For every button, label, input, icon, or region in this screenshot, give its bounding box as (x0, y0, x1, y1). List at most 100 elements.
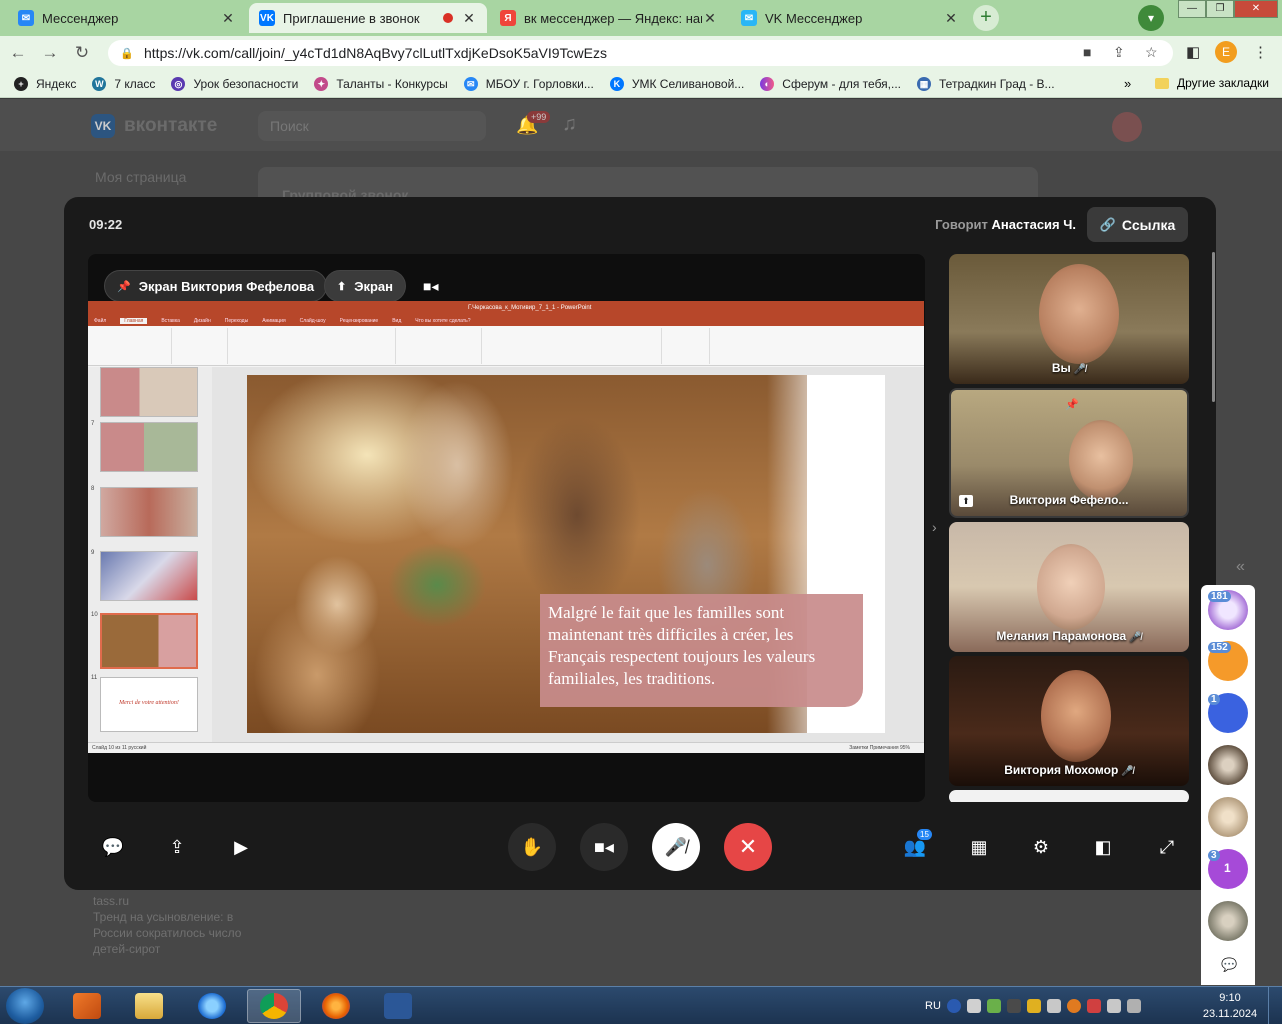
raise-hand-button[interactable]: ✋ (508, 823, 556, 871)
pin-icon: 📌 (117, 280, 131, 293)
browser-tab-call-invite[interactable]: VK Приглашение в звонок ✕ (249, 3, 487, 33)
presentation-mode-icon[interactable]: ▶ (227, 833, 255, 861)
participant-tiles: Вы 🎤̸ 📌 ⬆ Виктория Фефело... Мелания Пара… (949, 254, 1189, 802)
bookmark-talents[interactable]: ✦ Таланты - Конкурсы (314, 76, 448, 91)
participant-video (1041, 670, 1111, 762)
bookmark-yandex[interactable]: + Яндекс (14, 76, 76, 91)
reload-icon[interactable]: ↻ (68, 43, 96, 63)
chat-avatar[interactable] (1208, 797, 1248, 837)
nvidia-icon[interactable] (986, 999, 1001, 1013)
bookmark-sferum[interactable]: ◐ Сферум - для тебя,... (760, 76, 901, 91)
close-tab-icon[interactable]: ✕ (702, 10, 718, 27)
camera-icon[interactable]: ■◂ (423, 278, 438, 295)
menu-my-page[interactable]: Моя страница (95, 169, 186, 185)
media-player-button[interactable] (60, 989, 114, 1023)
tiles-scrollbar[interactable] (1212, 252, 1215, 402)
screen-share-stage[interactable]: 📌 Экран Виктория Фефелова ⬆ Экран ■◂ Г.Ч… (88, 254, 925, 802)
tray-icon[interactable] (1086, 999, 1101, 1013)
chrome-button[interactable] (247, 989, 301, 1023)
profile-avatar[interactable]: E (1215, 41, 1237, 63)
slide-thumbnail-selected[interactable] (100, 613, 198, 669)
close-tab-icon[interactable]: ✕ (461, 10, 477, 27)
tray-icon[interactable] (966, 999, 981, 1013)
fullscreen-icon[interactable]: ⤢ (1153, 833, 1181, 861)
volume-icon[interactable] (1126, 999, 1141, 1013)
tray-icon[interactable] (1006, 999, 1021, 1013)
help-icon[interactable] (946, 999, 961, 1013)
word-button[interactable] (371, 989, 425, 1023)
bookmarks-overflow-button[interactable]: » (1124, 76, 1131, 91)
media-player-icon (73, 993, 101, 1019)
internet-explorer-button[interactable] (185, 989, 239, 1023)
browser-tab-yandex-search[interactable]: Я вк мессенджер — Яндекс: нашё ✕ (490, 3, 728, 33)
slide-thumbnail[interactable] (100, 487, 198, 537)
close-window-button[interactable]: ✕ (1234, 0, 1278, 18)
participant-tile-partial[interactable] (949, 790, 1189, 802)
participant-tile-you[interactable]: Вы 🎤̸ (949, 254, 1189, 384)
close-tab-icon[interactable]: ✕ (220, 10, 236, 27)
slide-thumbnail[interactable]: Merci de votre attention! (100, 677, 198, 732)
address-bar[interactable]: 🔒 https://vk.com/call/join/_y4cTd1dN8AqB… (108, 40, 1173, 66)
participants-count-badge: 15 (917, 829, 932, 840)
share-screen-icon[interactable]: ⇪ (163, 833, 191, 861)
browser-tab-vk-messenger[interactable]: ✉ VK Мессенджер ✕ (731, 3, 969, 33)
chat-icon[interactable]: 💬 (1221, 957, 1237, 973)
vk-search-input[interactable]: Поиск (258, 111, 486, 141)
collapse-chats-icon[interactable]: « (1236, 558, 1245, 576)
picture-in-picture-icon[interactable]: ◧ (1089, 833, 1117, 861)
chat-avatar[interactable] (1208, 745, 1248, 785)
vk-news-snippet[interactable]: tass.ru Тренд на усыновление: в России с… (93, 893, 253, 957)
bookmark-school[interactable]: ✉ МБОУ г. Горловки... (463, 76, 594, 91)
network-icon[interactable] (1046, 999, 1061, 1013)
settings-gear-icon[interactable]: ⚙ (1027, 833, 1055, 861)
show-desktop-button[interactable] (1268, 987, 1282, 1024)
bookmark-star-icon[interactable]: ☆ (1145, 44, 1158, 61)
bookmark-7-class[interactable]: W7 класс (92, 76, 155, 91)
participant-tile-pinned[interactable]: 📌 ⬆ Виктория Фефело... (949, 388, 1189, 518)
slide-thumbnail[interactable] (100, 551, 198, 601)
chat-avatar[interactable] (1208, 901, 1248, 941)
back-icon[interactable]: ← (4, 43, 32, 63)
tray-icon[interactable] (1026, 999, 1041, 1013)
url-text: https://vk.com/call/join/_y4cTd1dN8AqBvy… (144, 45, 607, 61)
expand-tiles-chevron-icon[interactable]: › (932, 519, 937, 535)
vk-user-avatar[interactable] (1112, 112, 1142, 142)
action-center-icon[interactable] (1106, 999, 1121, 1013)
participant-tile[interactable]: Мелания Парамонова 🎤̸ (949, 522, 1189, 652)
music-icon[interactable]: ♫ (562, 113, 577, 136)
share-icon[interactable]: ⇪ (1113, 44, 1125, 61)
screen-source-pill[interactable]: ⬆ Экран (324, 270, 406, 302)
camera-permission-icon[interactable]: ■ (1083, 44, 1091, 60)
bookmark-safety-lesson[interactable]: ◎ Урок безопасности (171, 76, 298, 91)
copy-link-button[interactable]: 🔗 Ссылка (1087, 207, 1188, 242)
tab-search-button[interactable]: ▾ (1138, 5, 1164, 31)
slide-thumbnail[interactable] (100, 422, 198, 472)
taskbar-clock[interactable]: 9:10 23.11.2024 (1200, 990, 1260, 1022)
firefox-button[interactable] (309, 989, 363, 1023)
unread-badge: 1 (1208, 694, 1220, 705)
browser-menu-icon[interactable]: ⋮ (1253, 43, 1268, 61)
maximize-button[interactable]: ❐ (1206, 0, 1234, 18)
end-call-button[interactable]: ✕ (724, 823, 772, 871)
unread-badge: 3 (1208, 850, 1220, 861)
browser-tab-messenger[interactable]: ✉ Мессенджер ✕ (8, 3, 246, 33)
sidebar-toggle-icon[interactable]: ◧ (1186, 43, 1200, 61)
tray-icon[interactable] (1066, 999, 1081, 1013)
slide-thumbnail[interactable] (100, 367, 198, 417)
bookmark-umk[interactable]: K УМК Селивановой... (609, 76, 744, 91)
language-indicator[interactable]: RU (925, 1000, 941, 1012)
microphone-muted-button[interactable]: 🎤̸ (652, 823, 700, 871)
participant-tile[interactable]: Виктория Мохомор 🎤̸ (949, 656, 1189, 786)
screen-owner-pill[interactable]: 📌 Экран Виктория Фефелова (104, 270, 328, 302)
explorer-button[interactable] (122, 989, 176, 1023)
new-tab-button[interactable]: + (973, 5, 999, 31)
bookmark-tetradkin[interactable]: ▦ Тетрадкин Град - В... (917, 76, 1055, 91)
minimize-button[interactable]: — (1178, 0, 1206, 18)
forward-icon[interactable]: → (36, 43, 64, 63)
chat-icon[interactable]: 💬 (99, 833, 127, 861)
close-tab-icon[interactable]: ✕ (943, 10, 959, 27)
start-button[interactable] (6, 988, 44, 1024)
other-bookmarks-button[interactable]: Другие закладки (1155, 76, 1269, 90)
camera-toggle-button[interactable]: ■◂ (580, 823, 628, 871)
grid-layout-icon[interactable]: ▦ (965, 833, 993, 861)
